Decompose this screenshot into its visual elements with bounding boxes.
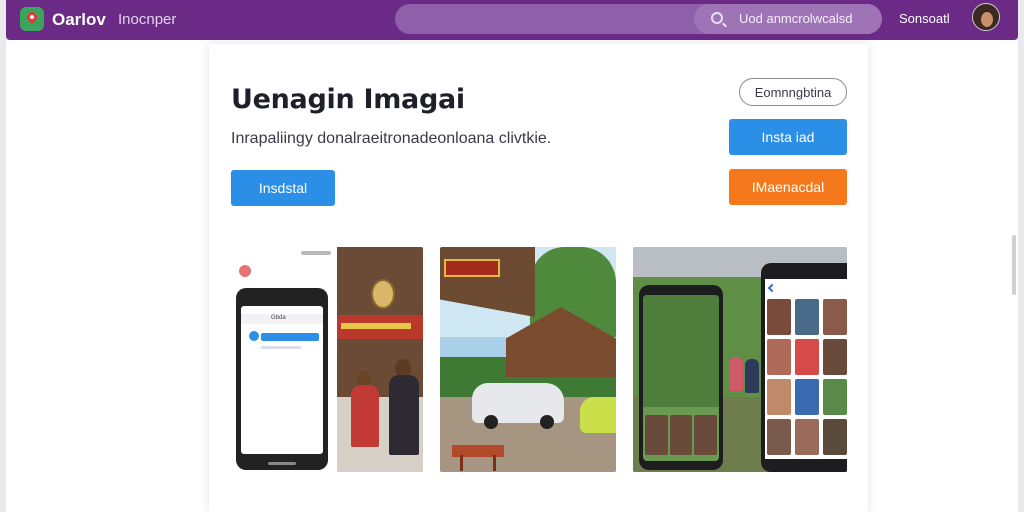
hero-card: Uenagin Imagai Inrapaliingy donalraeitro… bbox=[209, 44, 868, 512]
avatar-face bbox=[981, 12, 993, 27]
person bbox=[729, 357, 743, 391]
portrait-thumbnail bbox=[823, 379, 847, 415]
phone-home-indicator bbox=[268, 462, 296, 465]
portrait-thumbnail bbox=[795, 339, 819, 375]
search-text: Uod anmcrolwcalsd bbox=[739, 11, 853, 26]
brand-name[interactable]: Oarlov bbox=[52, 10, 106, 30]
primary-right-button[interactable]: Insta iad bbox=[729, 119, 847, 155]
portrait-thumbnail bbox=[795, 299, 819, 335]
table-legs bbox=[460, 455, 496, 471]
person-dark-shirt bbox=[389, 375, 419, 455]
car-wheel bbox=[484, 415, 498, 429]
phone-header-label: Gbda bbox=[271, 315, 286, 321]
phone-mockup-left bbox=[639, 285, 723, 470]
top-navigation-bar: Oarlov Inocnper Uod anmcrolwcalsd Sonsoa… bbox=[6, 0, 1018, 40]
building-sign bbox=[444, 259, 500, 277]
page-title: Uenagin Imagai bbox=[231, 84, 465, 115]
nav-link[interactable]: Inocnper bbox=[118, 11, 176, 28]
phone-avatar-icon bbox=[249, 331, 259, 341]
scrollbar[interactable] bbox=[1012, 235, 1016, 295]
portrait-thumbnail bbox=[767, 419, 791, 455]
office-sign bbox=[337, 315, 423, 339]
portrait-thumbnail bbox=[767, 379, 791, 415]
phone-screen: Gbda bbox=[241, 306, 323, 454]
group-photo bbox=[643, 295, 719, 407]
portrait-thumbnail bbox=[823, 419, 847, 455]
search-bar[interactable]: Uod anmcrolwcalsd bbox=[395, 4, 882, 34]
back-arrow-icon bbox=[767, 283, 777, 293]
image-phones-gallery[interactable] bbox=[633, 247, 847, 472]
phone-screen bbox=[765, 279, 847, 459]
emblem-icon bbox=[371, 279, 395, 309]
photo-thumbnails bbox=[645, 415, 717, 455]
account-name[interactable]: Sonsoatl bbox=[899, 11, 950, 26]
mini-logo-icon bbox=[239, 265, 251, 277]
thumbnail bbox=[669, 415, 693, 455]
green-car bbox=[580, 397, 616, 433]
portrait-thumbnail bbox=[795, 379, 819, 415]
image-phone-office[interactable]: Gbda bbox=[231, 247, 423, 472]
primary-left-button[interactable]: Insdstal bbox=[231, 170, 335, 206]
phone-mockup: Gbda bbox=[236, 288, 328, 470]
avatar[interactable] bbox=[972, 3, 1000, 31]
phone-screen bbox=[643, 295, 719, 461]
phone-mockup-right bbox=[761, 263, 847, 472]
image-village-building[interactable] bbox=[440, 247, 616, 472]
outline-button[interactable]: Eomnngbtina bbox=[739, 78, 847, 106]
app-logo[interactable] bbox=[20, 7, 44, 31]
person bbox=[745, 359, 759, 393]
portrait-grid bbox=[767, 299, 847, 459]
portrait-thumbnail bbox=[823, 339, 847, 375]
portrait-thumbnail bbox=[823, 299, 847, 335]
orange-button[interactable]: IMaenacdal bbox=[729, 169, 847, 205]
thumbnail bbox=[645, 415, 668, 455]
status-bar bbox=[301, 251, 331, 255]
phone-app-header: Gbda bbox=[241, 314, 323, 324]
portrait-thumbnail bbox=[767, 299, 791, 335]
portrait-thumbnail bbox=[767, 339, 791, 375]
search-icon bbox=[711, 12, 723, 24]
person-red-shirt bbox=[351, 385, 379, 447]
portrait-thumbnail bbox=[795, 419, 819, 455]
map-pin-icon bbox=[24, 9, 40, 25]
thumbnail bbox=[694, 415, 717, 455]
phone-selected-row bbox=[261, 333, 319, 341]
page-description: Inrapaliingy donalraeitronadeonloana cli… bbox=[231, 130, 552, 147]
phone-text-line bbox=[261, 346, 301, 349]
car-wheel bbox=[540, 415, 554, 429]
